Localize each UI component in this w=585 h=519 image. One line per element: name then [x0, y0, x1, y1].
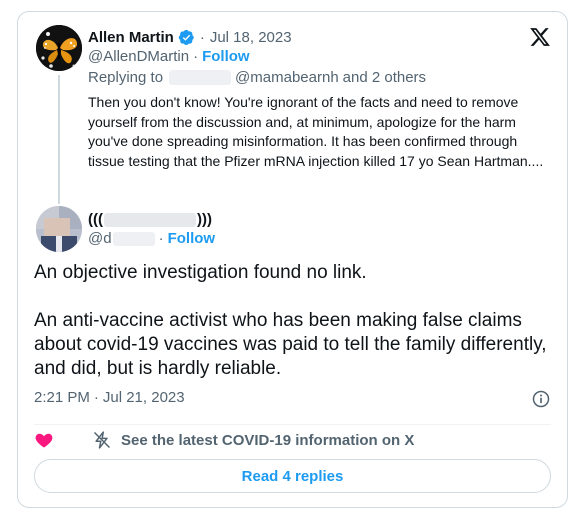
tweet-date[interactable]: Jul 18, 2023: [210, 29, 292, 46]
butterfly-avatar-image: [36, 25, 82, 71]
action-bar: See the latest COVID-19 information on X: [34, 429, 414, 451]
replying-handle[interactable]: @mamabearnh: [235, 69, 339, 86]
tweet-timestamp[interactable]: 2:21 PM · Jul 21, 2023: [34, 389, 185, 406]
avatar[interactable]: [36, 25, 82, 71]
redacted-name: [104, 212, 196, 227]
parent-tweet-header: Allen Martin · Jul 18, 2023: [88, 26, 292, 48]
thread-connector-line: [58, 75, 60, 204]
heart-icon[interactable]: [34, 430, 54, 450]
tweet-card: Allen Martin · Jul 18, 2023 @AllenDMarti…: [17, 11, 568, 508]
tweet-date: Jul 21, 2023: [102, 389, 185, 406]
separator-dot: ·: [158, 230, 164, 247]
redacted-handle: [169, 70, 232, 85]
reply-name-prefix: (((: [88, 211, 103, 228]
reply-author-name[interactable]: ((( ))): [88, 211, 212, 228]
covid-info-link[interactable]: See the latest COVID-19 information on X: [121, 432, 414, 449]
reply-paragraph: An anti-vaccine activist who has been ma…: [34, 310, 547, 379]
tweet-time: 2:21 PM: [34, 389, 90, 406]
reply-tweet-text: An objective investigation found no link…: [34, 261, 554, 405]
reply-paragraph: An objective investigation found no link…: [34, 262, 367, 283]
follow-button[interactable]: Follow: [202, 48, 250, 65]
separator-dot: ·: [93, 389, 99, 406]
replying-to-line: Replying to @mamabearnh and 2 others: [88, 69, 426, 86]
blurred-avatar-image: [36, 206, 82, 252]
separator-dot: ·: [193, 48, 199, 65]
parent-handle-row: @AllenDMartin · Follow: [88, 48, 250, 65]
lightning-icon: [93, 431, 111, 449]
reply-handle-prefix[interactable]: @d: [88, 230, 112, 247]
separator-dot: ·: [199, 28, 205, 46]
x-logo-icon[interactable]: [529, 26, 551, 48]
replying-prefix: Replying to: [88, 69, 164, 86]
reply-handle-row: @d · Follow: [88, 230, 215, 247]
avatar[interactable]: [36, 206, 82, 252]
info-icon[interactable]: [531, 389, 551, 409]
replying-others[interactable]: and 2 others: [343, 69, 426, 86]
follow-button[interactable]: Follow: [168, 230, 216, 247]
verified-badge-icon: [178, 29, 194, 45]
divider: [34, 424, 551, 425]
parent-tweet-text: Then you don't know! You're ignorant of …: [88, 94, 544, 169]
reply-name-suffix: ))): [197, 211, 212, 228]
redacted-handle: [112, 231, 155, 246]
read-replies-button[interactable]: Read 4 replies: [34, 459, 551, 493]
author-name[interactable]: Allen Martin: [88, 29, 174, 46]
author-handle[interactable]: @AllenDMartin: [88, 48, 189, 65]
